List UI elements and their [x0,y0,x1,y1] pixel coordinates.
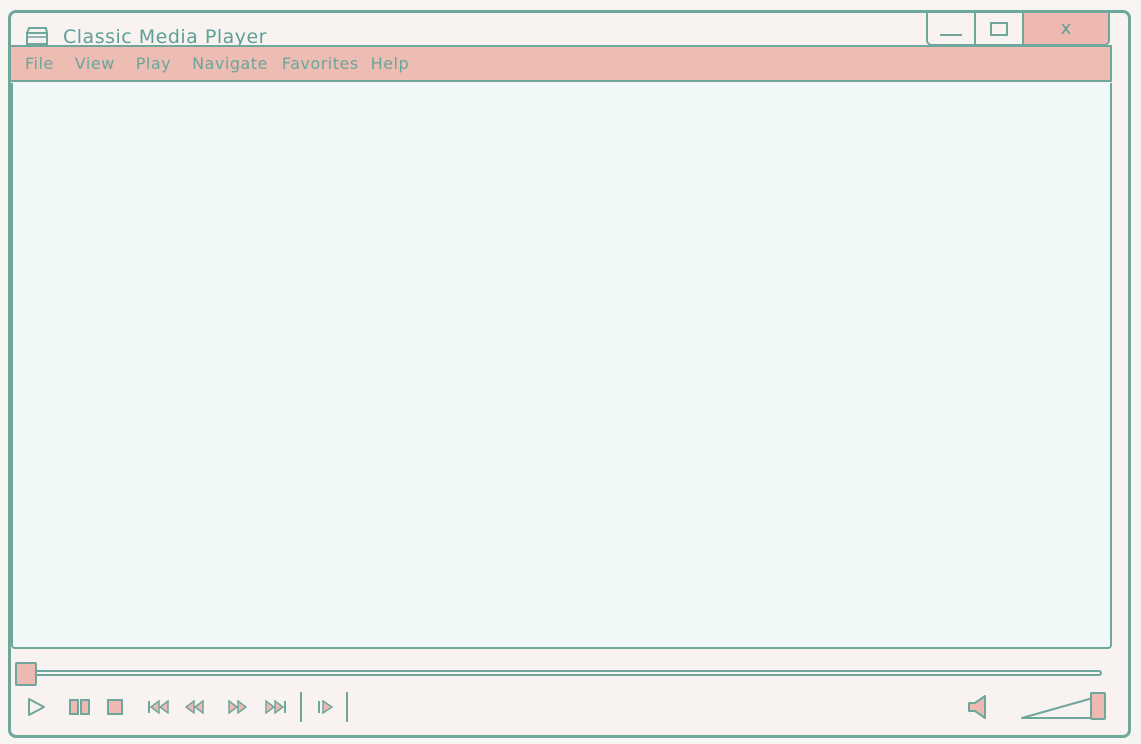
skip-previous-icon [148,700,169,714]
pause-button[interactable] [60,693,100,721]
maximize-icon [990,21,1008,36]
close-icon: x [1060,18,1072,39]
play-button[interactable] [22,693,50,721]
minimize-icon [940,33,962,36]
video-display-area[interactable] [11,83,1112,649]
rewind-button[interactable] [178,693,212,721]
frame-step-icon [318,700,334,714]
menu-file[interactable]: File [25,54,54,73]
rewind-icon [184,700,204,714]
volume-thumb[interactable] [1090,692,1106,720]
fast-forward-icon [228,700,248,714]
menu-bar: File View Play Navigate Favorites Help [9,45,1112,82]
playback-controls [22,692,356,722]
close-button[interactable]: x [1024,13,1108,44]
menu-play[interactable]: Play [136,54,171,73]
seek-thumb[interactable] [15,662,37,686]
pause-icon [69,699,90,715]
minimize-button[interactable] [928,13,976,44]
speaker-icon[interactable] [966,693,992,721]
menu-navigate[interactable]: Navigate [192,54,268,73]
frame-step-button[interactable] [314,693,338,721]
stop-icon [107,699,123,715]
seek-bar[interactable] [20,670,1102,676]
skip-previous-button[interactable] [142,693,176,721]
controls-divider [300,692,302,722]
play-icon [28,698,45,716]
stop-button[interactable] [100,693,130,721]
skip-next-button[interactable] [258,693,292,721]
menu-help[interactable]: Help [371,54,409,73]
window-controls: x [926,13,1110,46]
menu-view[interactable]: View [75,54,115,73]
maximize-button[interactable] [976,13,1024,44]
menu-favorites[interactable]: Favorites [282,54,359,73]
fast-forward-button[interactable] [220,693,254,721]
clapperboard-icon [26,27,48,45]
skip-next-icon [265,700,286,714]
controls-divider-end [346,692,348,722]
